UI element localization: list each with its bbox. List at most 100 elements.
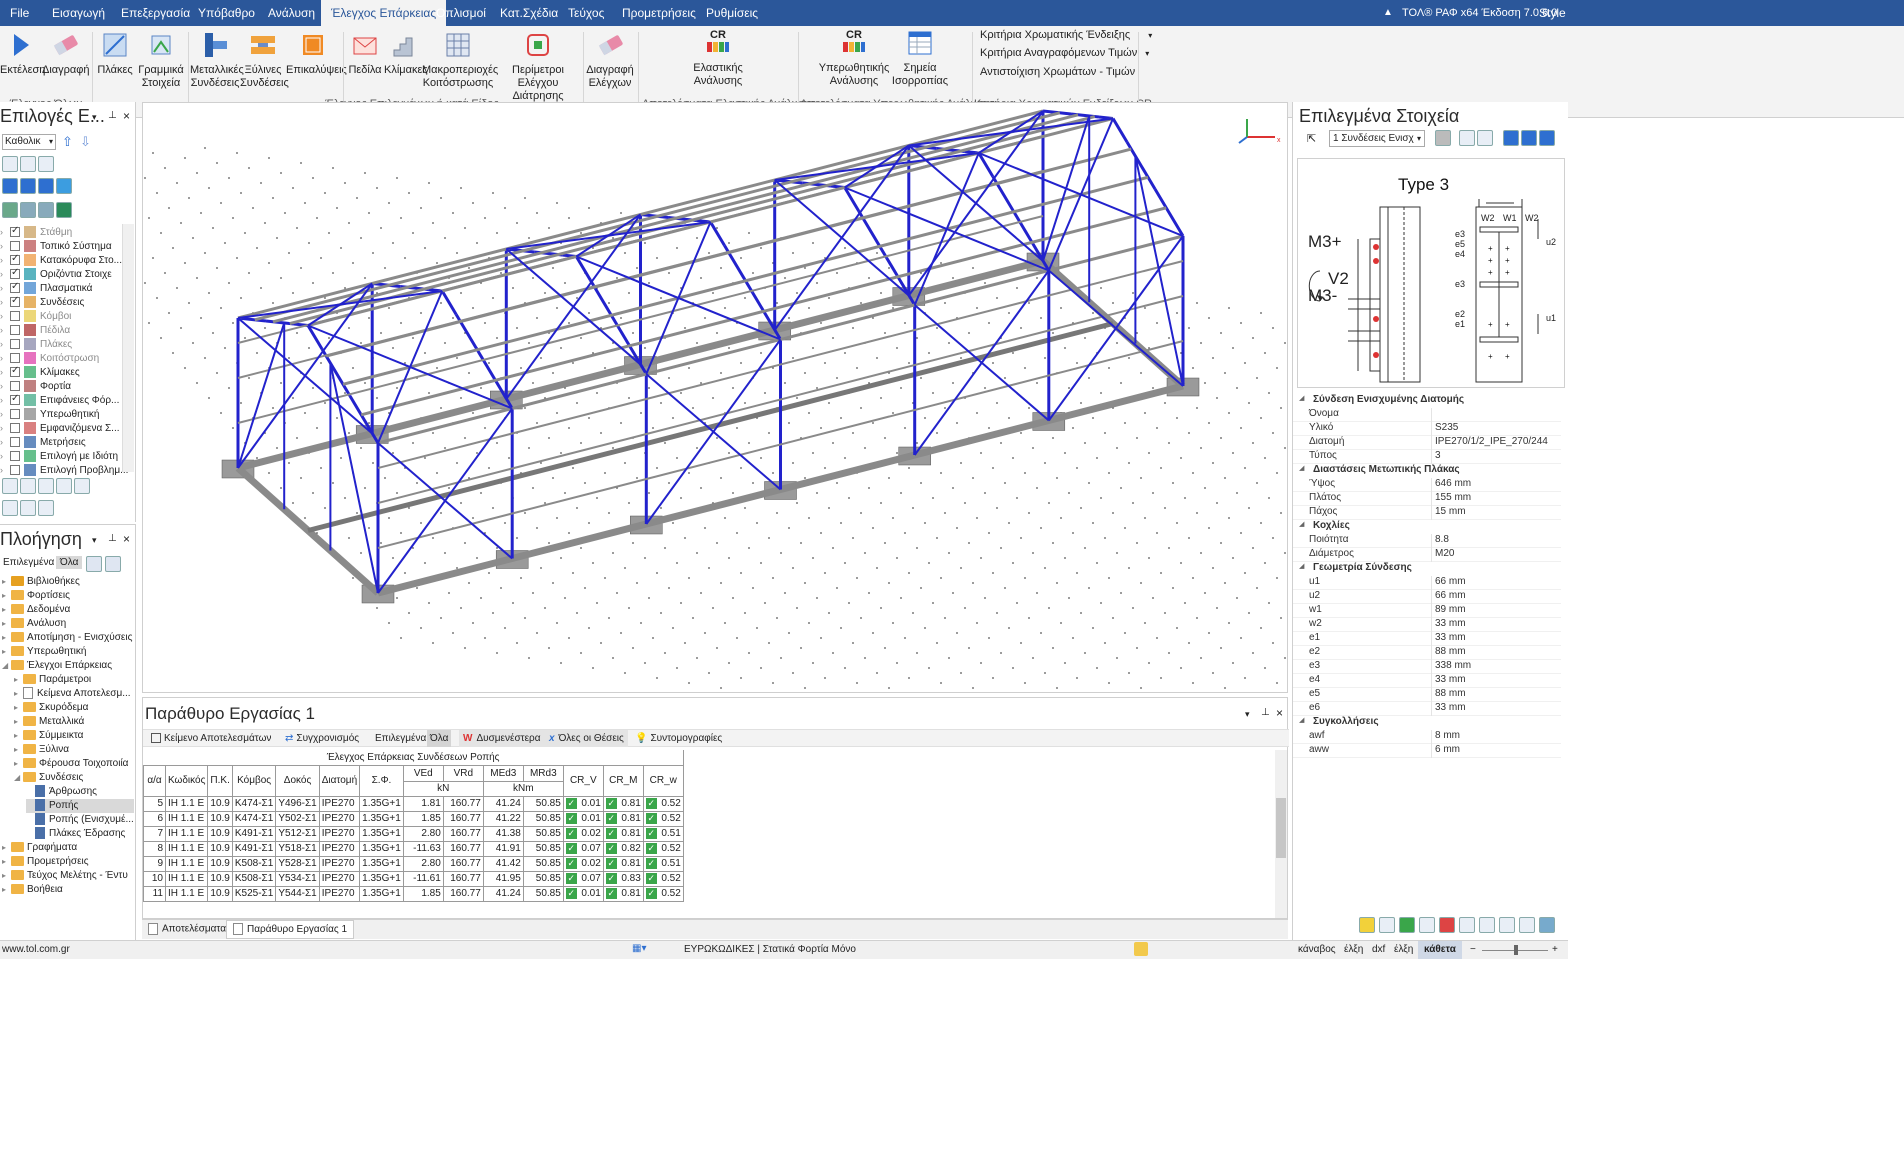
macro-regions-button[interactable]: Μακροπεριοχές Κοιτόστρωσης <box>422 30 498 90</box>
property-row[interactable]: Υλικό S235 <box>1293 422 1561 436</box>
column-header[interactable]: Διατομή <box>318 764 361 797</box>
nav-item[interactable]: ▸ Αποτίμηση - Ενισχύσεις <box>2 631 132 645</box>
column-header[interactable]: VRd <box>442 764 484 782</box>
property-value[interactable]: 338 mm <box>1435 660 1471 671</box>
pin-icon[interactable]: ⊥ <box>1261 707 1270 718</box>
property-row[interactable]: Ποιότητα 8.8 <box>1293 534 1561 548</box>
menu-adequacy-check[interactable]: Έλεγχος Επάρκειας <box>321 0 447 26</box>
menu-settings[interactable]: Ρυθμίσεις <box>706 0 758 26</box>
view-front-icon[interactable] <box>1521 130 1537 146</box>
property-row[interactable]: w2 33 mm <box>1293 618 1561 632</box>
expand-arrow-icon[interactable]: ▸ <box>14 687 23 701</box>
collapse-ribbon-icon[interactable]: ▲ <box>1383 0 1393 26</box>
property-value[interactable]: 33 mm <box>1435 702 1466 713</box>
nav-item[interactable]: ▸ Ξύλινα <box>14 743 69 757</box>
zoom-all-icon[interactable] <box>20 156 36 172</box>
all-positions-button[interactable]: x Όλες οι Θέσεις <box>545 730 628 747</box>
grid-icon[interactable] <box>38 500 54 516</box>
layer-row[interactable]: › Κατακόρυφα Στο... <box>0 252 122 267</box>
property-row[interactable]: e4 33 mm <box>1293 674 1561 688</box>
nav-item[interactable]: Πλάκες Έδρασης <box>26 827 125 841</box>
snap-icon[interactable] <box>2 500 18 516</box>
layer-checkbox[interactable] <box>10 311 20 322</box>
nav-item[interactable]: Ροπής (Ενισχυμέ... <box>26 813 134 827</box>
nav-item[interactable]: ▸ Βοήθεια <box>2 883 63 897</box>
expand-arrow-icon[interactable]: › <box>0 281 10 295</box>
layer-checkbox[interactable] <box>10 465 20 476</box>
nav-item[interactable]: ▸ Φορτίσεις <box>2 589 70 603</box>
model-viewport[interactable]: x <box>142 102 1288 693</box>
property-row[interactable]: e1 33 mm <box>1293 632 1561 646</box>
nav-item[interactable]: Ροπής <box>26 799 134 813</box>
scrollbar-thumb[interactable] <box>1276 798 1286 858</box>
expand-arrow-icon[interactable]: › <box>0 295 10 309</box>
image-icon[interactable] <box>1435 130 1451 146</box>
layer-checkbox[interactable] <box>10 353 20 364</box>
menu-drawings[interactable]: Κατ.Σχέδια <box>500 0 558 26</box>
property-row[interactable]: aww 6 mm <box>1293 744 1561 758</box>
pin-icon[interactable]: ⊥ <box>108 110 117 121</box>
expand-arrow-icon[interactable]: › <box>0 449 10 463</box>
expand-arrow-icon[interactable]: › <box>0 337 10 351</box>
nav-item[interactable]: ▸ Σκυρόδεμα <box>14 701 88 715</box>
expand-arrow-icon[interactable]: › <box>0 323 10 337</box>
wireframe-icon[interactable] <box>20 202 36 218</box>
tab-results[interactable]: Αποτελέσματα <box>148 923 226 935</box>
expand-arrow-icon[interactable]: › <box>0 421 10 435</box>
snap-dxf-toggle[interactable]: dxf <box>1372 944 1385 955</box>
layer-row[interactable]: › Επιλογή με Ιδιότη <box>0 449 118 463</box>
menu-background[interactable]: Υπόβαθρο <box>198 0 255 26</box>
dropdown-icon[interactable]: ▾ <box>1245 709 1250 720</box>
expand-arrow-icon[interactable]: ▸ <box>2 617 11 631</box>
layer-scrollbar[interactable] <box>122 224 134 472</box>
expand-arrow-icon[interactable]: ▸ <box>2 855 11 869</box>
zoom-slider-thumb[interactable] <box>1514 945 1518 955</box>
view-3d-icon[interactable] <box>1503 130 1519 146</box>
layer-checkbox[interactable] <box>10 339 20 350</box>
run-button[interactable]: Εκτέλεση <box>0 30 45 77</box>
property-value[interactable]: M20 <box>1435 548 1454 559</box>
column-header[interactable]: Σ.Φ. <box>359 764 404 797</box>
expand-arrow-icon[interactable]: › <box>0 253 10 267</box>
expand-arrow-icon[interactable]: › <box>0 393 10 407</box>
collapse-arrow-icon[interactable]: ◢ <box>1299 716 1304 724</box>
layer-checkbox[interactable] <box>10 266 20 280</box>
nav-item[interactable]: ◢ Συνδέσεις <box>14 771 83 785</box>
property-value[interactable]: 15 mm <box>1435 506 1466 517</box>
view-3d-icon[interactable] <box>2 178 18 194</box>
expand-arrow-icon[interactable]: › <box>0 351 10 365</box>
property-value[interactable]: 646 mm <box>1435 478 1471 489</box>
linear-elements-button[interactable]: Γραμμικά Στοιχεία <box>136 30 186 90</box>
metal-connections-button[interactable]: Μεταλλικές Συνδέσεις <box>190 30 244 90</box>
dropdown-icon[interactable]: ▾ <box>92 535 97 546</box>
hidden-line-icon[interactable] <box>38 202 54 218</box>
layer-row[interactable]: › Τοπικό Σύστημα <box>0 239 112 253</box>
table-scrollbar[interactable] <box>1275 750 1287 918</box>
layer-row[interactable]: › Οριζόντια Στοιχε <box>0 266 112 281</box>
slabs-button[interactable]: Πλάκες <box>96 30 134 77</box>
style-menu[interactable]: Style <box>1539 0 1566 26</box>
property-value[interactable]: 88 mm <box>1435 688 1466 699</box>
snap-drag2-toggle[interactable]: έλξη <box>1394 944 1413 955</box>
wood-connections-button[interactable]: Ξύλινες Συνδέσεις <box>240 30 289 90</box>
export-icon[interactable] <box>1399 917 1415 933</box>
worst-button[interactable]: W Δυσμενέστερα <box>459 730 545 747</box>
property-row[interactable]: u2 66 mm <box>1293 590 1561 604</box>
layer-row[interactable]: › Κοιτόστρωση <box>0 351 99 365</box>
property-value[interactable]: 155 mm <box>1435 492 1471 503</box>
cr-icon[interactable] <box>1479 917 1495 933</box>
expand-arrow-icon[interactable]: ▸ <box>14 715 23 729</box>
property-value[interactable]: S235 <box>1435 422 1458 433</box>
nav-item[interactable]: ▸ Προμετρήσεις <box>2 855 89 869</box>
zoom-window-icon[interactable] <box>2 156 18 172</box>
table-row[interactable]: 11 IH 1.1 E 10.9 K525-Σ1 Y544-Σ1 IPE270 1.35G+… <box>143 885 684 902</box>
print-icon[interactable] <box>1519 917 1535 933</box>
expand-arrow-icon[interactable]: ▸ <box>14 757 23 771</box>
close-icon[interactable]: × <box>123 109 130 123</box>
expand-arrow-icon[interactable]: ▸ <box>2 603 11 617</box>
snap-grid-toggle[interactable]: κάναβος <box>1298 944 1336 955</box>
lock-icon[interactable] <box>1134 942 1148 956</box>
layer-checkbox[interactable] <box>10 381 20 392</box>
zoom-out-icon[interactable]: − <box>1470 944 1476 955</box>
property-row[interactable]: Διατομή IPE270/1/2_IPE_270/244 <box>1293 436 1561 450</box>
